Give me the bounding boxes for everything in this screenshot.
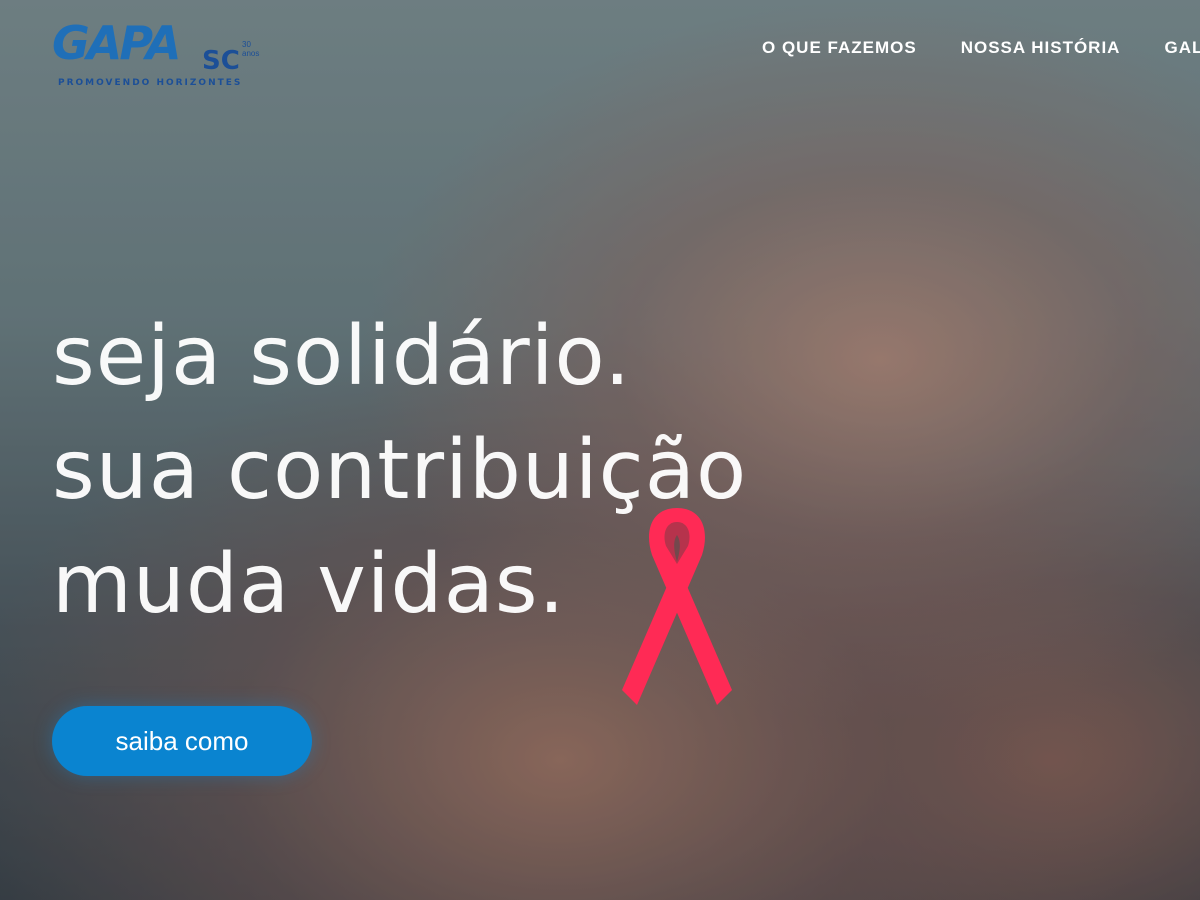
- main-nav: O QUE FAZEMOS NOSSA HISTÓRIA GALE: [762, 38, 1200, 58]
- logo-tagline: PROMOVENDO HORIZONTES: [58, 78, 243, 88]
- headline-line-1: seja solidário.: [52, 309, 632, 404]
- nav-item-galeria[interactable]: GALE: [1164, 38, 1200, 58]
- nav-item-nossa-historia[interactable]: NOSSA HISTÓRIA: [961, 38, 1121, 58]
- site-header: GAPA SC 30 anos PROMOVENDO HORIZONTES O …: [0, 0, 1200, 100]
- awareness-ribbon-icon: [622, 508, 732, 705]
- logo-anniversary-badge: 30 anos: [242, 40, 260, 58]
- saiba-como-button[interactable]: saiba como: [52, 706, 312, 776]
- logo[interactable]: GAPA SC 30 anos PROMOVENDO HORIZONTES: [52, 12, 262, 94]
- hero-section: GAPA SC 30 anos PROMOVENDO HORIZONTES O …: [0, 0, 1200, 900]
- logo-wordmark: GAPA: [52, 16, 181, 70]
- nav-item-o-que-fazemos[interactable]: O QUE FAZEMOS: [762, 38, 917, 58]
- logo-suffix: SC: [202, 46, 240, 76]
